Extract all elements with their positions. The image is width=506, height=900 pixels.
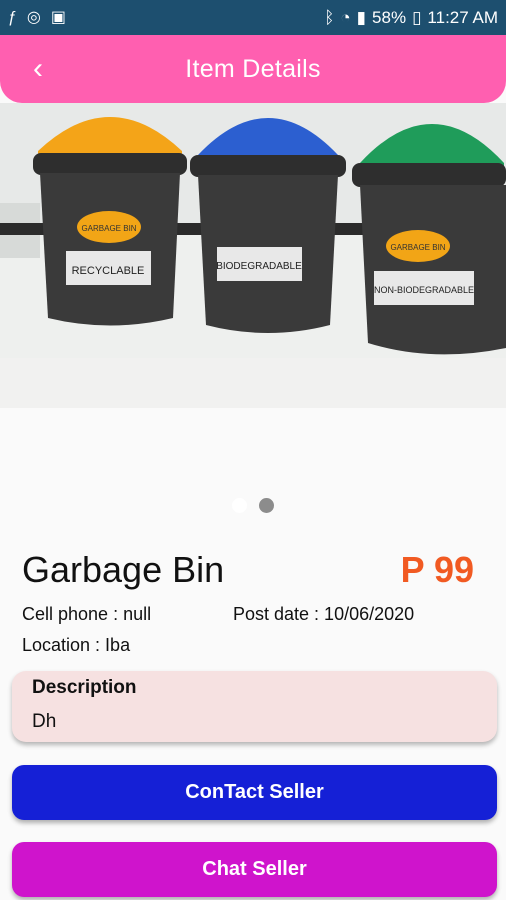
bin-label-biodegradable: BIODEGRADABLE: [216, 261, 302, 272]
garbage-bins-photo: GARBAGE BIN RECYCLABLE BIODEGRADABLE GAR…: [0, 103, 506, 408]
contact-seller-button[interactable]: ConTact Seller: [12, 765, 497, 820]
page-title: Item Details: [185, 54, 321, 83]
recyclable-bin: GARBAGE BIN RECYCLABLE: [33, 117, 187, 326]
description-text: Dh: [32, 711, 57, 732]
wifi-icon: ◔: [340, 7, 351, 27]
clipboard-icon: ▣: [50, 8, 66, 26]
status-bar-right: ᛒ ◔ ▮ 58% ▯ 11:27 AM: [324, 8, 498, 28]
item-title: Garbage Bin: [22, 549, 225, 590]
battery-level: 58%: [372, 7, 407, 27]
clock: 11:27 AM: [427, 7, 498, 27]
location-text: Location : Iba: [22, 635, 131, 655]
bin-brand-text: GARBAGE BIN: [81, 224, 136, 233]
chevron-left-icon: ‹: [33, 52, 43, 85]
item-price: P 99: [400, 549, 474, 590]
battery-icon: ▯: [412, 7, 422, 27]
app-bar: ‹ Item Details: [0, 35, 506, 103]
item-details-screen: ƒ ◎ ▣ ᛒ ◔ ▮ 58% ▯ 11:27 AM ‹ Item Detail…: [0, 0, 506, 900]
description-card: Description Dh: [12, 671, 497, 742]
cell-phone-text: Cell phone : null: [22, 604, 152, 624]
chat-seller-button[interactable]: Chat Seller: [12, 842, 497, 897]
post-date-text: Post date : 10/06/2020: [233, 604, 415, 624]
bluetooth-icon: ᛒ: [324, 7, 335, 27]
facebook-messenger-icon: ƒ: [8, 8, 17, 26]
item-image[interactable]: GARBAGE BIN RECYCLABLE BIODEGRADABLE GAR…: [0, 103, 506, 408]
pager-dot-2-active[interactable]: [259, 498, 274, 513]
status-bar: ƒ ◎ ▣ ᛒ ◔ ▮ 58% ▯ 11:27 AM: [0, 0, 506, 35]
vpn-icon: ◎: [26, 8, 41, 26]
image-pager: [0, 498, 506, 513]
pager-dot-1[interactable]: [232, 498, 247, 513]
bin-label-recyclable: RECYCLABLE: [72, 265, 145, 277]
back-button[interactable]: ‹: [20, 49, 56, 89]
bin-brand-text-2: GARBAGE BIN: [390, 243, 445, 252]
status-bar-left: ƒ ◎ ▣: [8, 8, 66, 26]
bin-label-non-biodegradable: NON-BIODEGRADABLE: [374, 285, 474, 295]
description-label: Description: [32, 677, 137, 698]
signal-icon: ▮: [356, 7, 367, 27]
biodegradable-bin: BIODEGRADABLE: [190, 118, 346, 333]
non-biodegradable-bin: GARBAGE BIN NON-BIODEGRADABLE: [352, 124, 506, 355]
